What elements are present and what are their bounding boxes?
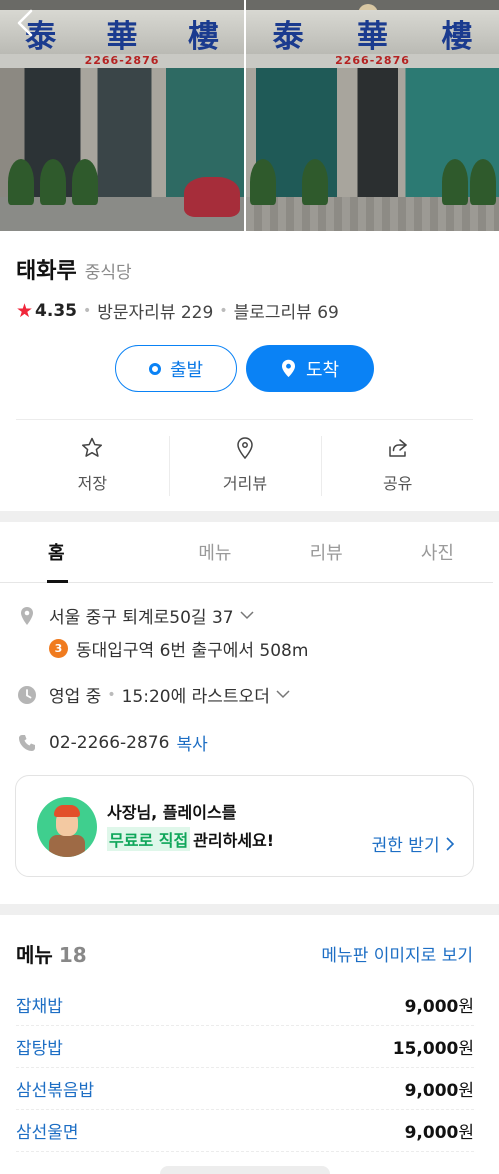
- location-pin-icon: [16, 605, 38, 627]
- owner-card-text: 사장님, 플레이스를: [107, 803, 237, 822]
- menu-item-price: 9,000원: [404, 1123, 474, 1143]
- separator-dot: •: [219, 302, 228, 319]
- plant: [250, 159, 276, 205]
- save-label: 저장: [77, 474, 108, 493]
- menu-item-price: 9,000원: [404, 1081, 474, 1101]
- plant: [302, 159, 328, 205]
- menu-item-name: 삼선울면: [16, 1123, 79, 1143]
- map-pin-icon: [281, 359, 295, 377]
- menu-item[interactable]: 잡채밥 9,000원: [16, 984, 474, 1026]
- menu-list: 잡채밥 9,000원 잡탕밥 15,000원 삼선볶음밥 9,000원 삼선울면…: [16, 984, 474, 1152]
- transit-row: 3 동대입구역 6번 출구에서 508m: [49, 636, 308, 661]
- place-category: 중식당: [84, 263, 132, 283]
- arrive-route-button[interactable]: 도착: [246, 345, 374, 392]
- menu-item[interactable]: 삼선울면 9,000원: [16, 1110, 474, 1152]
- transit-directions: 동대입구역 6번 출구에서 508m: [76, 641, 309, 661]
- menu-header: 메뉴 18: [16, 939, 87, 968]
- address-row[interactable]: 서울 중구 퇴계로50길 37: [16, 603, 254, 628]
- menu-item-price: 9,000원: [404, 997, 474, 1017]
- more-button[interactable]: [160, 1166, 330, 1174]
- separator-dot: •: [83, 302, 92, 319]
- hero-photos[interactable]: 泰 華 樓 2266-2876 泰 華 樓 2266-2876: [0, 0, 499, 231]
- copy-phone-button[interactable]: 복사: [176, 730, 207, 755]
- owner-card-highlight: 무료로 직접: [107, 827, 191, 851]
- plant: [8, 159, 34, 205]
- section-gap: [0, 511, 499, 522]
- sign-phone: 2266-2876: [246, 54, 499, 68]
- rating-value: 4.35: [35, 300, 77, 321]
- chevron-down-icon: [276, 687, 290, 703]
- map-pin-icon: [237, 437, 253, 460]
- share-icon: [388, 439, 407, 457]
- sign-phone: 2266-2876: [0, 54, 244, 68]
- menu-title: 메뉴: [16, 943, 53, 967]
- blog-reviews-link[interactable]: 블로그리뷰 69: [234, 298, 339, 323]
- claim-permission-link[interactable]: 권한 받기: [372, 831, 455, 856]
- arrive-route-label: 도착: [305, 359, 340, 381]
- plant: [442, 159, 468, 205]
- back-button[interactable]: [14, 8, 36, 38]
- last-order-text: 15:20에 라스트오더: [121, 687, 270, 707]
- chevron-down-icon: [240, 608, 254, 624]
- owner-illustration: [37, 797, 97, 857]
- separator-dot: •: [107, 686, 116, 703]
- origin-icon: [148, 362, 161, 375]
- phone-icon: [16, 732, 38, 754]
- tab-photos[interactable]: 사진: [382, 522, 493, 582]
- address-text: 서울 중구 퇴계로50길 37: [49, 608, 234, 628]
- share-button[interactable]: 공유: [321, 436, 474, 496]
- place-title: 태화루 중식당: [16, 253, 132, 285]
- tab-home[interactable]: 홈: [0, 522, 159, 583]
- menu-item-price: 15,000원: [392, 1039, 474, 1059]
- chevron-right-icon: [446, 837, 455, 851]
- plant: [470, 159, 496, 205]
- menu-count: 18: [58, 943, 87, 967]
- plant: [72, 159, 98, 205]
- rating-star-icon: ★: [16, 299, 34, 322]
- action-bar: 저장 거리뷰 공유: [16, 436, 474, 496]
- owner-card-text: 무료로 직접 관리하세요!: [107, 827, 274, 851]
- motorbike: [184, 177, 240, 217]
- hours-row[interactable]: 영업 중 • 15:20에 라스트오더: [16, 682, 290, 707]
- street-view-label: 거리뷰: [222, 474, 268, 493]
- chevron-left-icon: [17, 9, 33, 37]
- place-name: 태화루: [16, 259, 77, 284]
- owner-claim-card[interactable]: 사장님, 플레이스를 무료로 직접 관리하세요! 권한 받기: [15, 775, 474, 877]
- tab-bar: 홈 메뉴 리뷰 사진: [0, 522, 493, 583]
- menu-item[interactable]: 삼선볶음밥 9,000원: [16, 1068, 474, 1110]
- business-status: 영업 중: [49, 687, 102, 707]
- shop-sign: 泰 華 樓: [0, 10, 244, 56]
- share-label: 공유: [382, 474, 413, 493]
- tab-menu[interactable]: 메뉴: [159, 522, 270, 582]
- phone-row: 02-2266-2876 복사: [16, 730, 208, 755]
- metro-line-badge: 3: [49, 639, 68, 658]
- star-icon: [82, 437, 103, 457]
- menu-item-name: 잡탕밥: [16, 1039, 63, 1059]
- storefront-photo[interactable]: 泰 華 樓 2266-2876: [246, 0, 499, 231]
- menu-image-link[interactable]: 메뉴판 이미지로 보기: [321, 941, 473, 966]
- visitor-reviews-link[interactable]: 방문자리뷰 229: [97, 298, 213, 323]
- start-route-button[interactable]: 출발: [115, 345, 237, 392]
- divider: [16, 419, 473, 420]
- plant: [40, 159, 66, 205]
- menu-item-name: 잡채밥: [16, 997, 63, 1017]
- start-route-label: 출발: [169, 359, 204, 381]
- menu-item[interactable]: 잡탕밥 15,000원: [16, 1026, 474, 1068]
- clock-icon: [16, 684, 38, 706]
- tab-reviews[interactable]: 리뷰: [271, 522, 382, 582]
- shop-sign: 泰 華 樓: [246, 10, 499, 56]
- storefront-photo[interactable]: 泰 華 樓 2266-2876: [0, 0, 244, 231]
- save-button[interactable]: 저장: [16, 436, 169, 496]
- review-stats: ★ 4.35 • 방문자리뷰 229 • 블로그리뷰 69: [16, 298, 339, 324]
- phone-number: 02-2266-2876: [49, 732, 170, 753]
- menu-item-name: 삼선볶음밥: [16, 1081, 95, 1101]
- street-view-button[interactable]: 거리뷰: [168, 436, 322, 496]
- section-gap: [0, 904, 499, 915]
